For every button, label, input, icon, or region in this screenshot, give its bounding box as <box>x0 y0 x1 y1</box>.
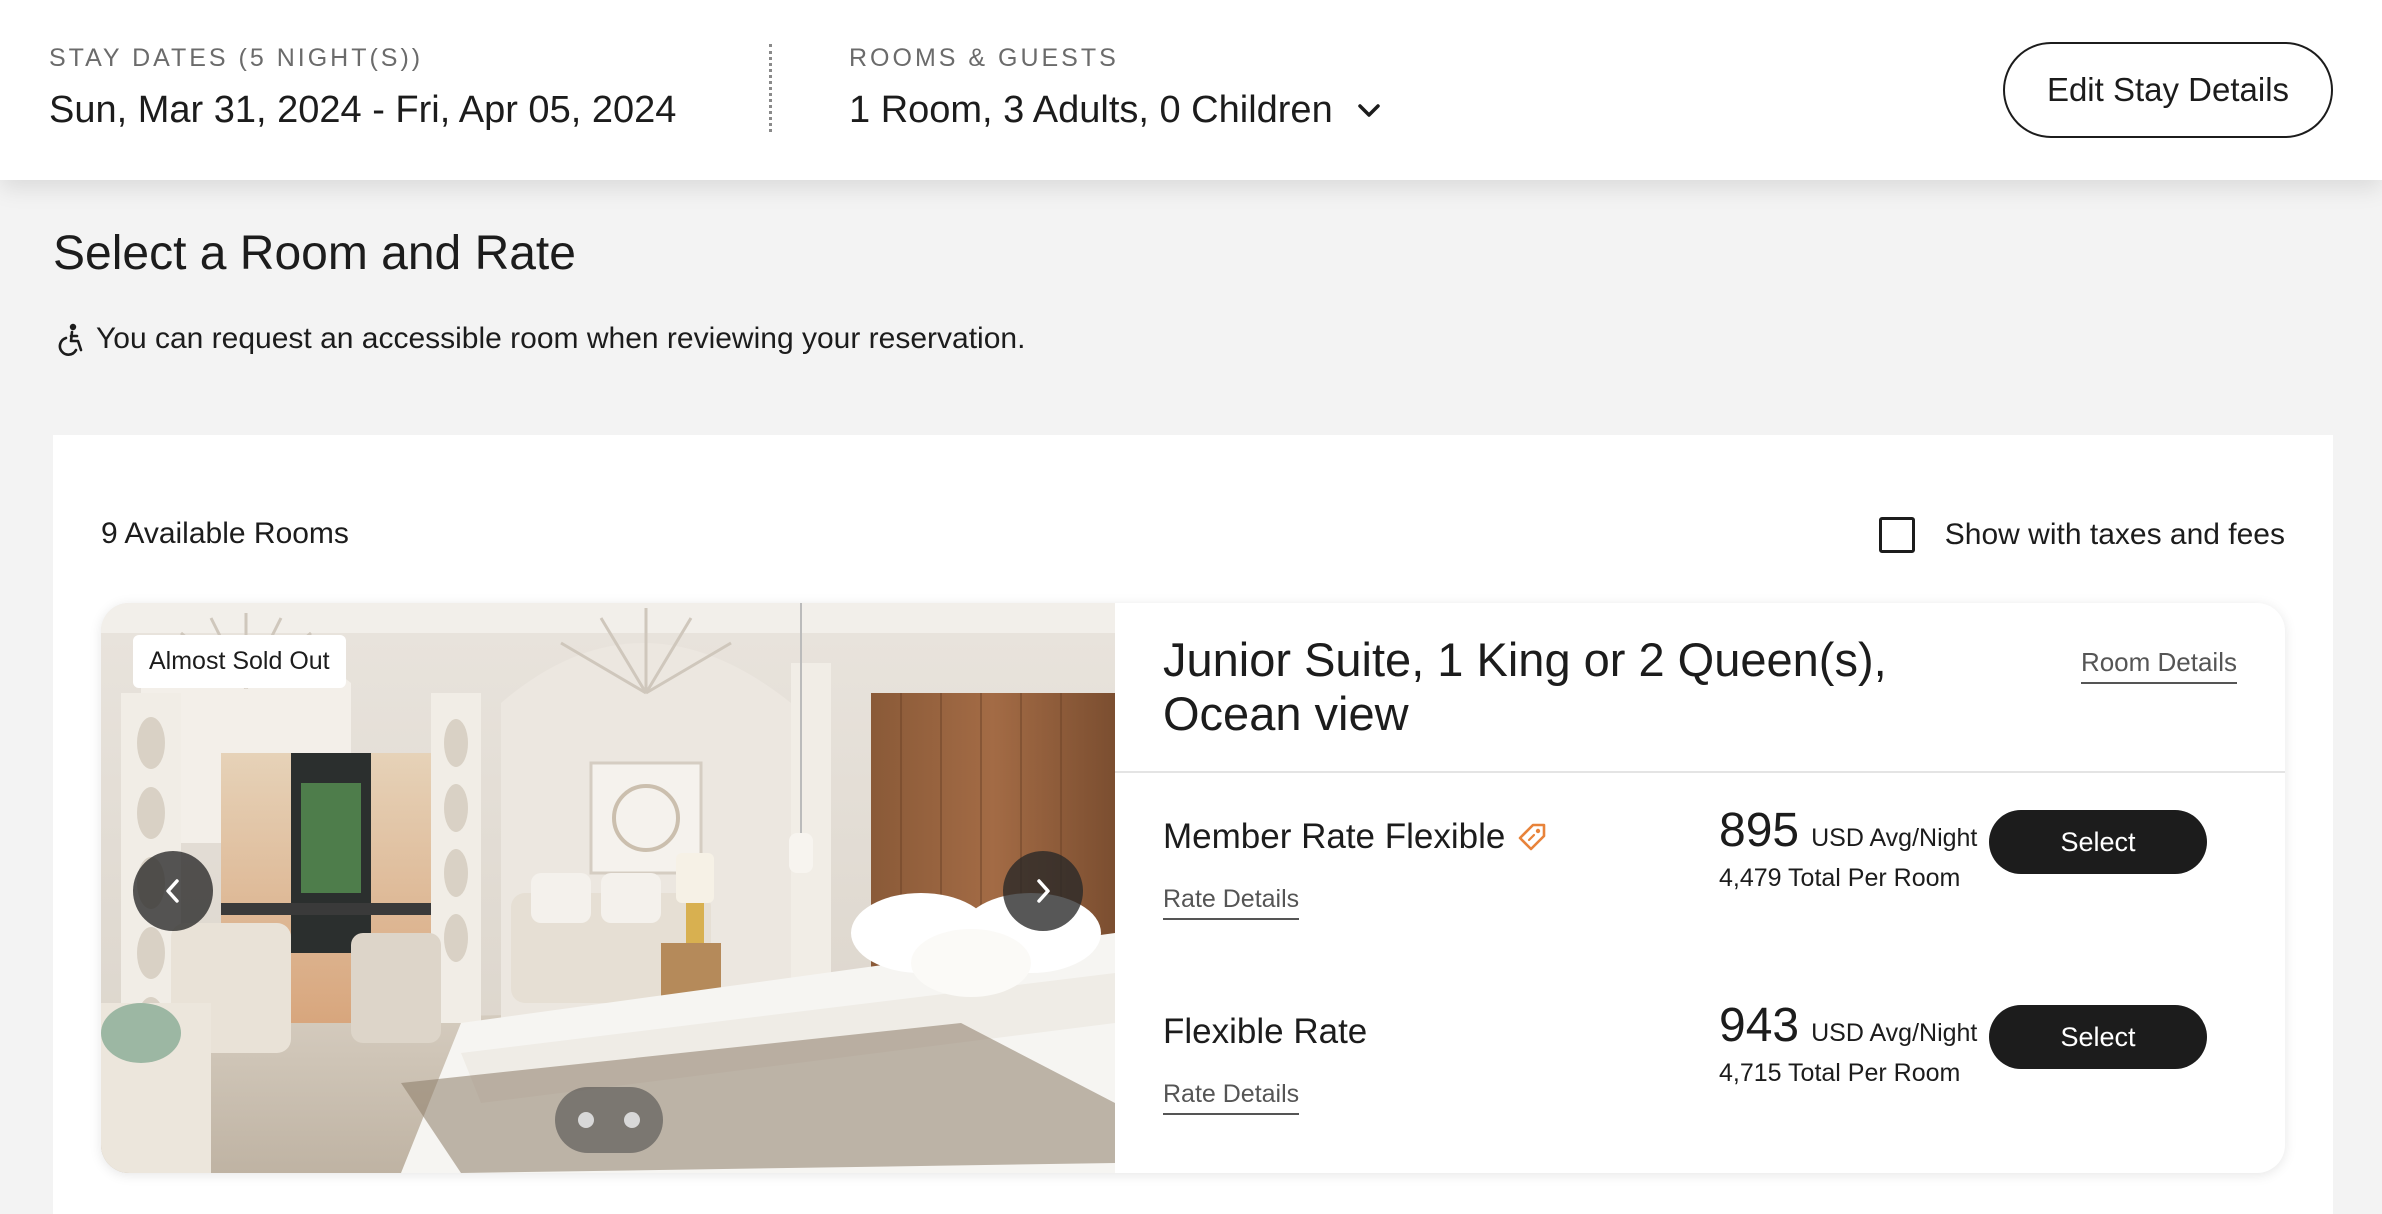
rate-name: Member Rate Flexible <box>1163 817 1547 857</box>
chevron-down-icon[interactable] <box>1355 97 1383 125</box>
price-total: 4,479 Total Per Room <box>1719 864 1961 892</box>
rate-row-member-flexible: Member Rate Flexible Rate Details 895 US… <box>1115 803 2285 963</box>
carousel-next-button[interactable] <box>1003 851 1083 931</box>
carousel-dot[interactable] <box>578 1112 594 1128</box>
almost-sold-out-badge: Almost Sold Out <box>133 635 346 688</box>
price-block: 895 USD Avg/Night 4,479 Total Per Room <box>1719 803 1977 893</box>
rate-row-flexible: Flexible Rate Rate Details 943 USD Avg/N… <box>1115 998 2285 1158</box>
show-taxes-toggle[interactable]: Show with taxes and fees <box>1878 517 2285 553</box>
wheelchair-icon <box>56 322 86 356</box>
rate-details-link[interactable]: Rate Details <box>1163 1080 1300 1115</box>
stay-dates-value: Sun, Mar 31, 2024 - Fri, Apr 05, 2024 <box>49 89 677 131</box>
price-total: 4,715 Total Per Room <box>1719 1059 1961 1087</box>
rate-name: Flexible Rate <box>1163 1012 1367 1052</box>
accessible-room-note: You can request an accessible room when … <box>56 322 1025 356</box>
rate-name-text: Flexible Rate <box>1163 1012 1368 1051</box>
select-rate-button[interactable]: Select <box>1989 810 2207 874</box>
carousel-dot[interactable] <box>624 1112 640 1128</box>
accessible-room-note-text: You can request an accessible room when … <box>96 322 1026 355</box>
room-card: Almost Sold Out Junior Suite, 1 King or … <box>101 603 2285 1173</box>
rate-details-link[interactable]: Rate Details <box>1163 885 1300 920</box>
rooms-guests-value: 1 Room, 3 Adults, 0 Children <box>849 89 1333 131</box>
carousel-dots <box>555 1087 663 1153</box>
price-block: 943 USD Avg/Night 4,715 Total Per Room <box>1719 998 1977 1088</box>
show-taxes-label: Show with taxes and fees <box>1944 518 2285 551</box>
room-info-divider <box>1115 771 2285 773</box>
chevron-right-icon <box>1033 877 1053 905</box>
show-taxes-checkbox[interactable] <box>1878 517 1915 553</box>
price-avg-night: 895 <box>1719 804 1800 857</box>
room-title: Junior Suite, 1 King or 2 Queen(s), Ocea… <box>1163 633 1887 740</box>
page-title: Select a Room and Rate <box>53 227 576 280</box>
stay-bar-divider <box>769 44 772 132</box>
rate-name-text: Member Rate Flexible <box>1163 817 1506 856</box>
price-avg-night: 943 <box>1719 999 1800 1052</box>
edit-stay-details-button[interactable]: Edit Stay Details <box>2003 42 2333 138</box>
room-details-link[interactable]: Room Details <box>2080 647 2237 684</box>
stay-dates: STAY DATES (5 NIGHT(S)) Sun, Mar 31, 202… <box>49 44 676 132</box>
chevron-left-icon <box>163 877 183 905</box>
rooms-results-panel: 9 Available Rooms Show with taxes and fe… <box>53 435 2333 1214</box>
rooms-guests[interactable]: ROOMS & GUESTS 1 Room, 3 Adults, 0 Child… <box>849 44 1383 132</box>
available-rooms-count: 9 Available Rooms <box>101 517 349 550</box>
tag-icon <box>1517 822 1547 852</box>
room-info: Junior Suite, 1 King or 2 Queen(s), Ocea… <box>1115 603 2285 1173</box>
carousel-prev-button[interactable] <box>133 851 213 931</box>
price-unit: USD Avg/Night <box>1811 824 1978 852</box>
select-rate-button[interactable]: Select <box>1989 1005 2207 1069</box>
price-unit: USD Avg/Night <box>1811 1019 1978 1047</box>
room-photo-carousel[interactable]: Almost Sold Out <box>101 603 1115 1173</box>
stay-dates-label: STAY DATES (5 NIGHT(S)) <box>49 44 424 72</box>
stay-summary-bar: STAY DATES (5 NIGHT(S)) Sun, Mar 31, 202… <box>0 0 2382 180</box>
rooms-guests-label: ROOMS & GUESTS <box>849 44 1119 72</box>
